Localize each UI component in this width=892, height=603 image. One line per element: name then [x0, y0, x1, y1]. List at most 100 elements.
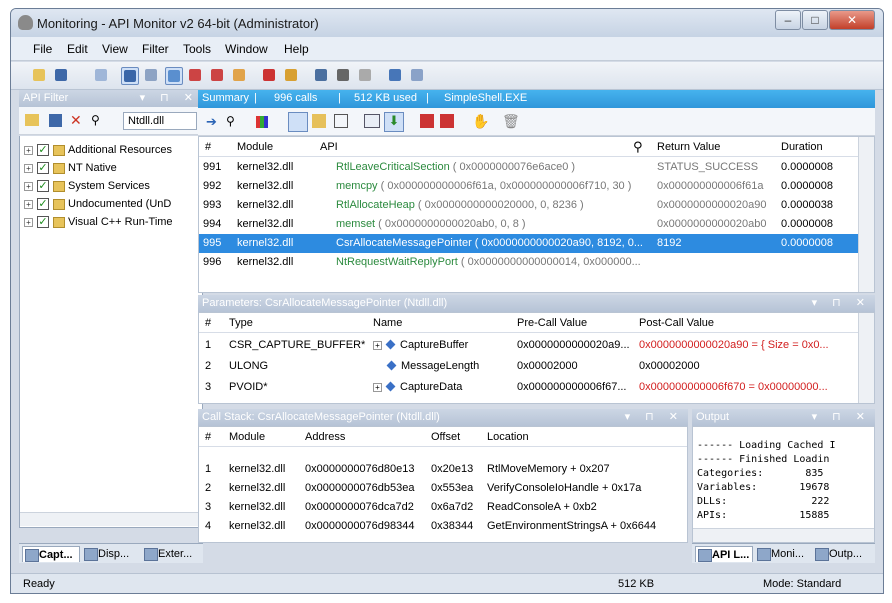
app-icon: [18, 15, 33, 30]
tab-external[interactable]: Exter...: [142, 546, 200, 562]
table-row[interactable]: 991 kernel32.dll RtlLeaveCriticalSection (…: [199, 158, 859, 177]
api-name[interactable]: RtlAllocateHeap: [320, 199, 415, 211]
minimize-button[interactable]: –: [775, 10, 801, 30]
tree-item-undocumented[interactable]: + ✓ Undocumented (UnD: [24, 198, 171, 216]
stack-off: 0x6a7d2: [431, 501, 474, 513]
api-filter-tree: + ✓ Additional Resources + ✓ NT Native + ✓ Sys…: [19, 136, 203, 528]
table-row[interactable]: 994 kernel32.dll memset ( 0x0000000000020a…: [199, 215, 859, 234]
stack-addr: 0x0000000076d98344: [305, 520, 415, 532]
vertical-scrollbar[interactable]: [858, 313, 874, 403]
stack-addr: 0x0000000076db53ea: [305, 482, 415, 494]
tree-item-nt-native[interactable]: + ✓ NT Native: [24, 162, 117, 180]
table-row[interactable]: 996 kernel32.dll NtRequestWaitReplyPort ( …: [199, 253, 859, 272]
expand-icon[interactable]: +: [373, 341, 382, 350]
vertical-scrollbar[interactable]: [858, 137, 874, 292]
calls-toolbar: ➔ ⚲ ⬇ ✋ 🗑: [198, 108, 875, 136]
menu-view[interactable]: View: [102, 42, 128, 56]
stack-module: kernel32.dll: [229, 501, 286, 513]
copy-icon[interactable]: [93, 67, 111, 85]
columns-icon[interactable]: [364, 114, 380, 128]
tools-icon[interactable]: [335, 67, 353, 85]
module-filter-field[interactable]: Ntdll.dll: [123, 112, 197, 130]
folder-icon[interactable]: [25, 114, 39, 126]
api-icon[interactable]: [420, 114, 434, 128]
table-row[interactable]: 993 kernel32.dll RtlAllocateHeap ( 0x00000…: [199, 196, 859, 215]
horizontal-scrollbar[interactable]: [20, 512, 202, 526]
tree-item-additional-resources[interactable]: + ✓ Additional Resources: [24, 144, 172, 162]
stack-n: 1: [205, 463, 212, 475]
hook-icon[interactable]: [231, 67, 249, 85]
menu-file[interactable]: File: [33, 42, 52, 56]
tab-output[interactable]: Outp...: [813, 546, 871, 562]
menu-window[interactable]: Window: [225, 42, 268, 56]
menu-filter[interactable]: Filter: [142, 42, 169, 56]
api-name[interactable]: CsrAllocateMessagePointer: [320, 237, 472, 249]
maximize-button[interactable]: □: [802, 10, 828, 30]
tab-api-loader[interactable]: API L...: [695, 546, 753, 562]
delete-icon[interactable]: ✕: [70, 112, 82, 129]
find-icon[interactable]: ⚲: [91, 113, 100, 127]
table-row[interactable]: 992 kernel32.dll memcpy ( 0x000000000006f6…: [199, 177, 859, 196]
about-icon[interactable]: [409, 67, 427, 85]
shield-icon[interactable]: [357, 67, 375, 85]
panel-buttons-icon[interactable]: ▾ ⊓ ✕: [812, 409, 871, 426]
autoscroll-icon[interactable]: ⬇: [384, 112, 404, 132]
layout-icon[interactable]: [209, 67, 227, 85]
api-name[interactable]: memset: [320, 218, 375, 230]
open-icon[interactable]: [31, 67, 49, 85]
row-number: 995: [203, 237, 222, 249]
save-icon[interactable]: [49, 114, 62, 127]
api-args: ( 0x0000000000020ab0, 0, 8 ): [375, 218, 526, 230]
tree-item-system-services[interactable]: + ✓ System Services: [24, 180, 150, 198]
api-name[interactable]: RtlLeaveCriticalSection: [320, 161, 450, 173]
param-diamond-icon: [385, 339, 396, 350]
color-icon[interactable]: [256, 116, 268, 128]
tab-capture[interactable]: Capt...: [22, 546, 80, 562]
monitor-icon[interactable]: [121, 67, 139, 85]
hand-icon[interactable]: ✋: [472, 113, 489, 130]
row-duration: 0.0000008: [781, 237, 833, 249]
panel-buttons-icon[interactable]: ▾ ⊓ ✕: [625, 409, 684, 426]
filter-icon[interactable]: [165, 67, 183, 85]
help-icon[interactable]: [387, 67, 405, 85]
search-icon[interactable]: ⚲: [633, 139, 643, 155]
status-mode: Mode: Standard: [763, 578, 842, 590]
table-row[interactable]: 2 kernel32.dll 0x0000000076db53ea 0x553ea Ve…: [199, 479, 687, 498]
menu-tools[interactable]: Tools: [183, 42, 211, 56]
table-row[interactable]: 4 kernel32.dll 0x0000000076d98344 0x38344 Ge…: [199, 517, 687, 536]
process-icon[interactable]: [143, 67, 161, 85]
find-icon[interactable]: ⚲: [226, 114, 235, 128]
clear-api-icon[interactable]: [440, 114, 454, 128]
tree-view-icon[interactable]: [288, 112, 308, 132]
table-row[interactable]: 2 ULONG MessageLength 0x00002000 0x00002000: [199, 357, 859, 376]
tab-display[interactable]: Disp...: [82, 546, 140, 562]
close-button[interactable]: ✕: [829, 10, 875, 30]
row-module: kernel32.dll: [237, 161, 294, 173]
menu-help[interactable]: Help: [284, 42, 309, 56]
table-row[interactable]: 3 kernel32.dll 0x0000000076dca7d2 0x6a7d2 Re…: [199, 498, 687, 517]
table-row[interactable]: 3 PVOID* + CaptureData 0x000000000006f67... 0…: [199, 378, 859, 397]
table-row[interactable]: 1 kernel32.dll 0x0000000076d80e13 0x20e13 Rt…: [199, 460, 687, 479]
expand-icon[interactable]: +: [373, 383, 382, 392]
output-pane: ------ Loading Cached I ------ Finished L…: [692, 426, 875, 543]
users-icon[interactable]: [283, 67, 301, 85]
panel-buttons-icon[interactable]: ▾ ⊓ ✕: [812, 295, 871, 312]
table-row[interactable]: 995 kernel32.dll CsrAllocateMessagePointer…: [199, 234, 859, 253]
go-icon[interactable]: ➔: [206, 114, 217, 130]
highlight-icon[interactable]: [312, 114, 326, 128]
window-icon[interactable]: [187, 67, 205, 85]
save-icon[interactable]: [53, 67, 71, 85]
tree-item-visual-cpp[interactable]: + ✓ Visual C++ Run-Time: [24, 216, 173, 234]
horizontal-scrollbar[interactable]: [693, 528, 874, 542]
table-row[interactable]: 1 CSR_CAPTURE_BUFFER* + CaptureBuffer 0x0000…: [199, 336, 859, 355]
menu-edit[interactable]: Edit: [67, 42, 88, 56]
console-icon[interactable]: [334, 114, 348, 128]
screen-icon[interactable]: [313, 67, 331, 85]
api-name[interactable]: memcpy: [320, 180, 378, 192]
panel-buttons-icon[interactable]: ▾ ⊓ ✕: [140, 90, 199, 107]
param-pre-value: 0x0000000000020a9...: [517, 339, 630, 351]
run-icon[interactable]: [261, 67, 279, 85]
api-name[interactable]: NtRequestWaitReplyPort: [320, 256, 458, 268]
trash-icon[interactable]: 🗑: [502, 113, 520, 130]
tab-monitor[interactable]: Moni...: [755, 546, 811, 562]
